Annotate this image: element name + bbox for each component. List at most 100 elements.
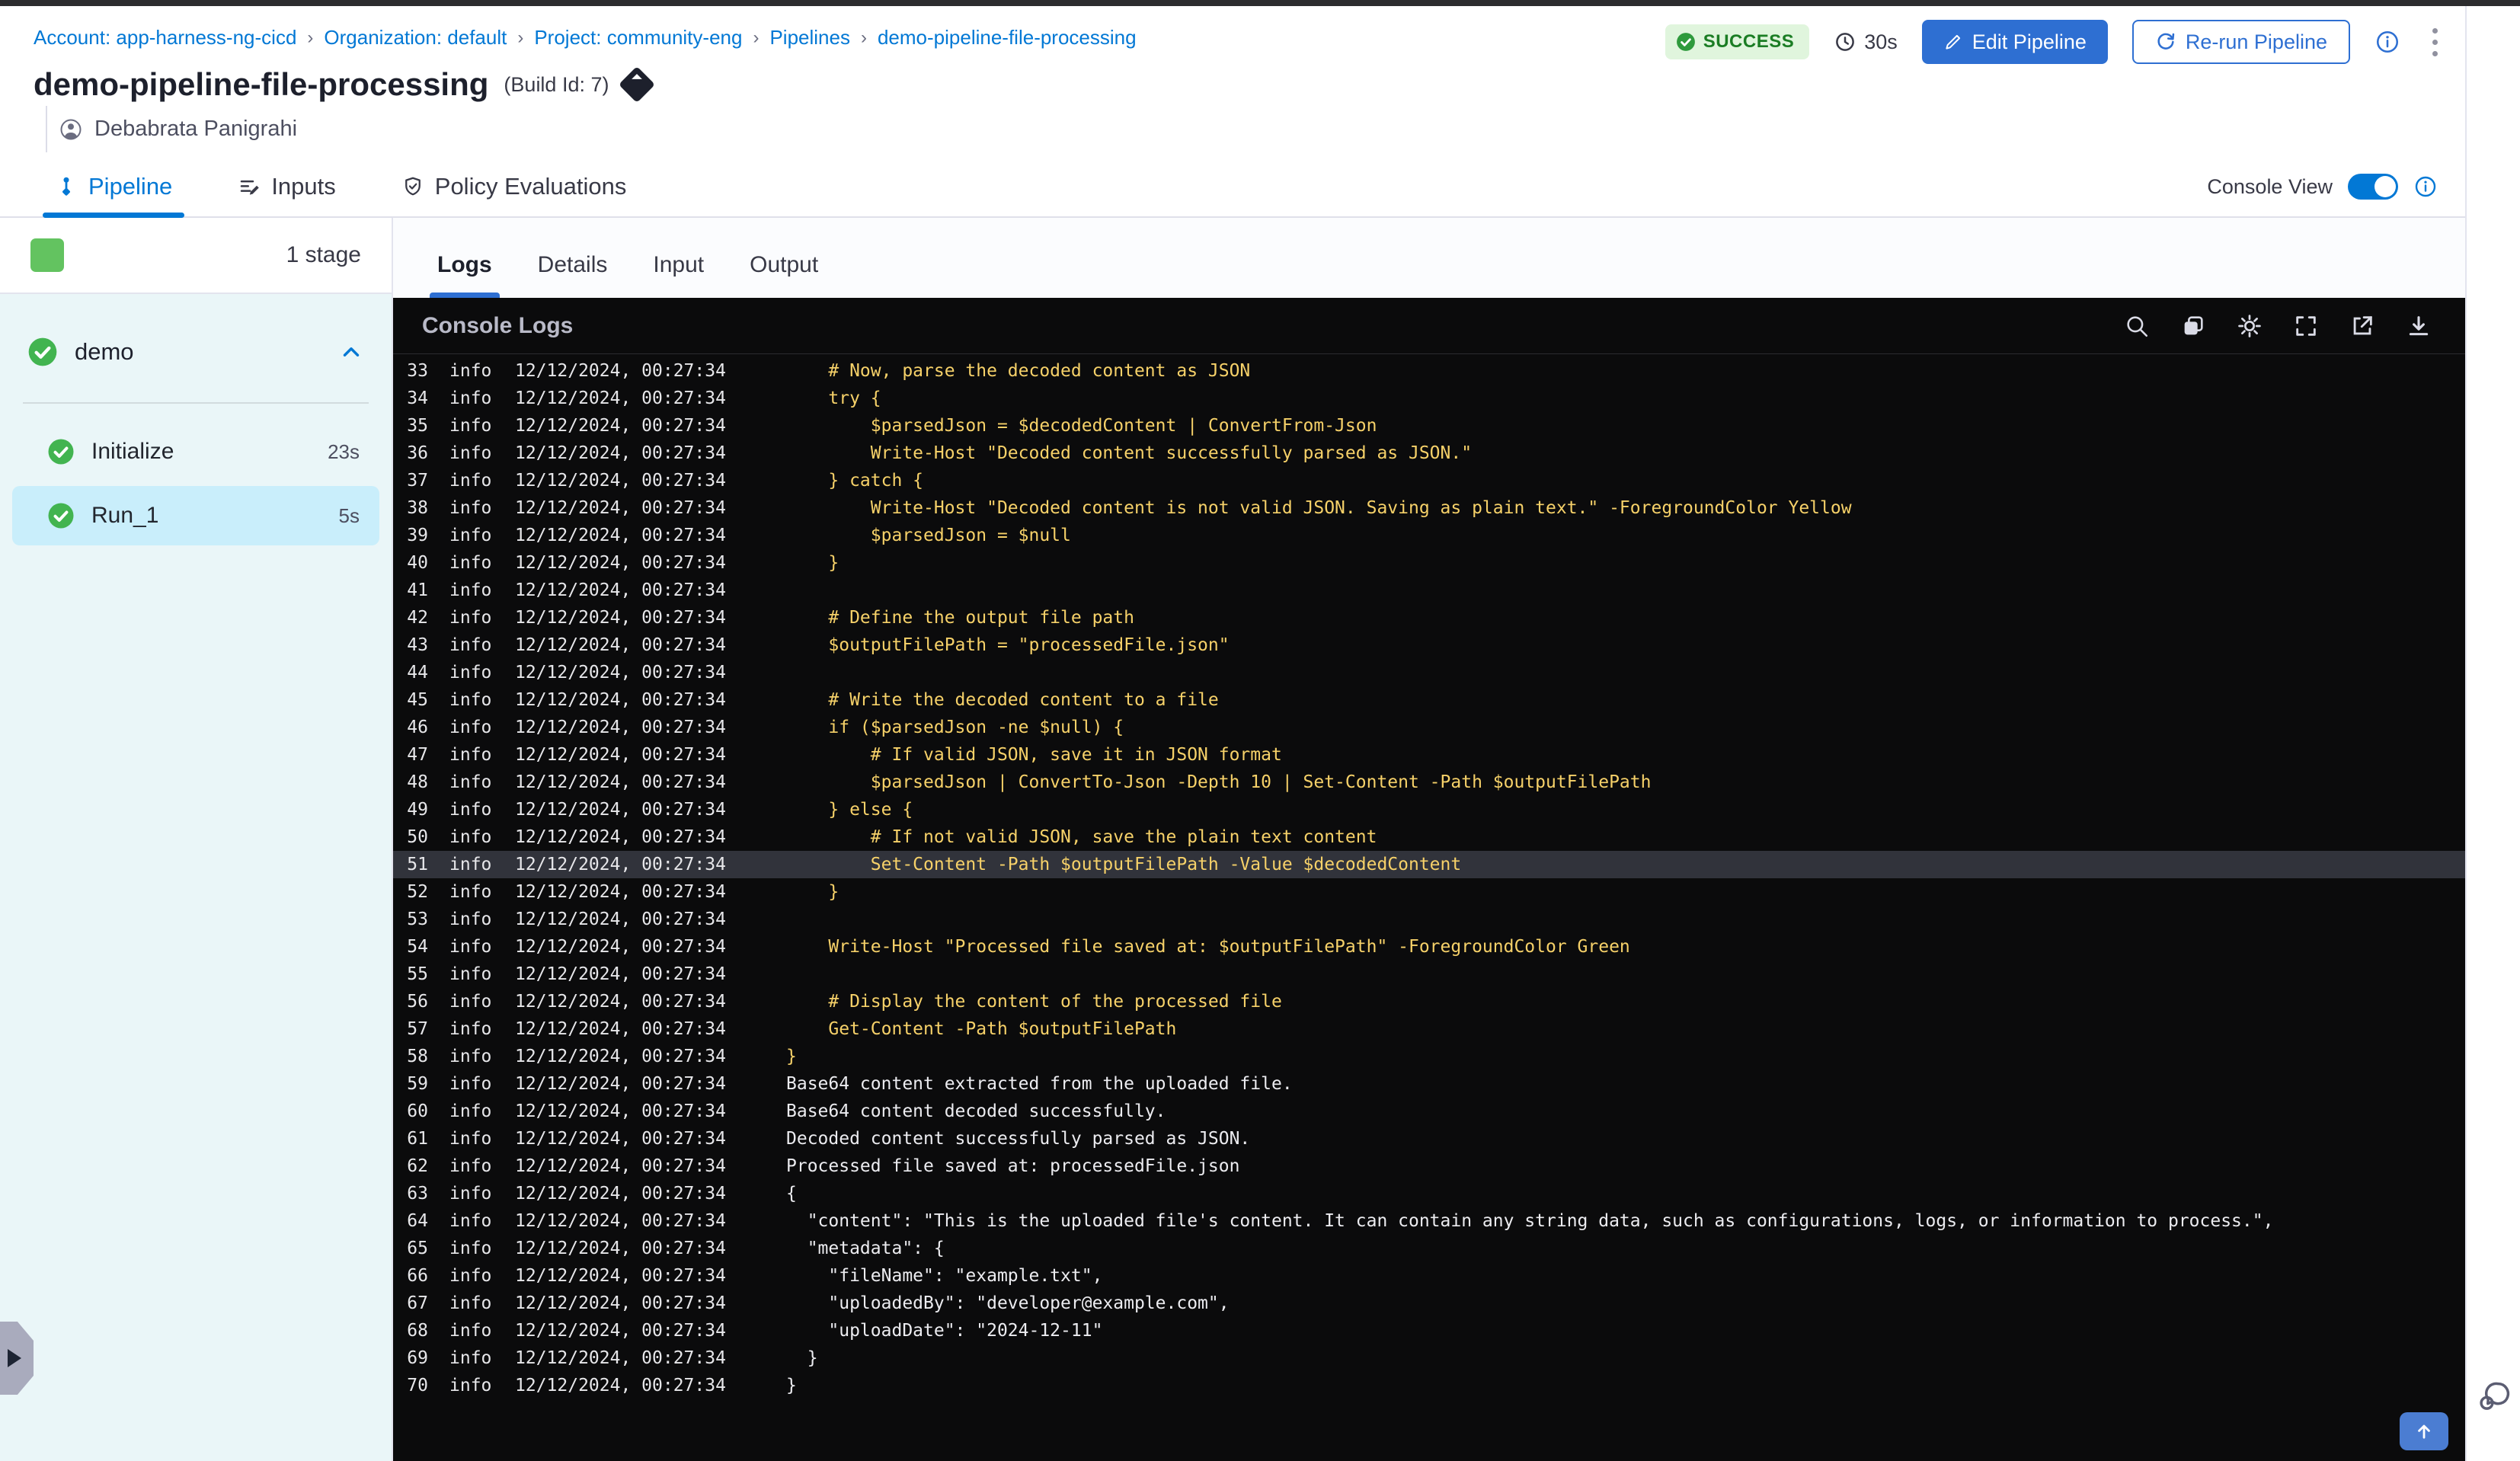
log-timestamp: 12/12/2024, 00:27:34	[515, 1239, 726, 1258]
log-line-number: 52	[407, 882, 428, 902]
log-line: 67 info 12/12/2024, 00:27:34 "uploadedBy":…	[393, 1290, 2465, 1317]
breadcrumb-item[interactable]: demo-pipeline-file-processing	[878, 26, 1137, 50]
log-level: info	[449, 1184, 492, 1204]
log-tab-input[interactable]: Input	[648, 252, 708, 298]
stage-row-demo[interactable]: demo	[0, 324, 392, 379]
log-level: info	[449, 800, 492, 820]
log-line: 60 info 12/12/2024, 00:27:34 Base64 content…	[393, 1098, 2465, 1125]
log-level: info	[449, 1376, 492, 1395]
edit-pipeline-button[interactable]: Edit Pipeline	[1921, 20, 2108, 64]
log-level: info	[449, 964, 492, 984]
page-title: demo-pipeline-file-processing	[34, 66, 489, 102]
log-message: Write-Host "Decoded content successfully…	[786, 443, 1473, 463]
status-badge: SUCCESS	[1665, 24, 1810, 59]
log-message: }	[786, 1376, 797, 1395]
settings-icon[interactable]	[2237, 313, 2263, 339]
log-lines: 33 info 12/12/2024, 00:27:34 # Now, parse …	[393, 354, 2465, 1461]
log-level: info	[449, 772, 492, 792]
connector-line	[46, 106, 47, 152]
breadcrumb-item[interactable]: Account: app-harness-ng-cicd	[34, 26, 296, 50]
log-timestamp: 12/12/2024, 00:27:34	[515, 1129, 726, 1149]
console-view-toggle[interactable]	[2348, 174, 2398, 200]
tab-pipeline[interactable]: Pipeline	[42, 157, 185, 218]
log-message: # If not valid JSON, save the plain text…	[786, 827, 1377, 847]
log-timestamp: 12/12/2024, 00:27:34	[515, 553, 726, 573]
log-tab-logs[interactable]: Logs	[430, 252, 500, 298]
title-row: demo-pipeline-file-processing (Build Id:…	[34, 66, 2432, 104]
log-line-number: 48	[407, 772, 428, 792]
copy-icon[interactable]	[2180, 313, 2206, 339]
log-timestamp: 12/12/2024, 00:27:34	[515, 882, 726, 902]
log-line: 34 info 12/12/2024, 00:27:34 try {	[393, 385, 2465, 412]
log-message: } else {	[786, 800, 913, 820]
log-line: 33 info 12/12/2024, 00:27:34 # Now, parse …	[393, 357, 2465, 385]
info-icon[interactable]	[2374, 29, 2400, 55]
step-duration: 23s	[328, 440, 360, 463]
log-message: }	[786, 882, 839, 902]
log-level: info	[449, 526, 492, 545]
duration: 30s	[1834, 30, 1898, 54]
log-timestamp: 12/12/2024, 00:27:34	[515, 964, 726, 984]
log-timestamp: 12/12/2024, 00:27:34	[515, 1074, 726, 1094]
log-timestamp: 12/12/2024, 00:27:34	[515, 718, 726, 737]
log-line-number: 33	[407, 361, 428, 381]
log-line-number: 51	[407, 855, 428, 874]
open-in-new-icon[interactable]	[2349, 313, 2375, 339]
support-chat-icon[interactable]	[2474, 1377, 2514, 1417]
log-message: Base64 content extracted from the upload…	[786, 1074, 1293, 1094]
page-header: Account: app-harness-ng-cicd › Organizatio…	[0, 6, 2465, 152]
tab-inputs-label: Inputs	[271, 173, 336, 200]
chevron-up-icon[interactable]	[338, 339, 364, 365]
breadcrumb-item[interactable]: Organization: default	[324, 26, 507, 50]
log-line: 70 info 12/12/2024, 00:27:34}	[393, 1372, 2465, 1399]
search-icon[interactable]	[2124, 313, 2150, 339]
log-message: $outputFilePath = "processedFile.json"	[786, 635, 1230, 655]
log-tabs: Logs Details Input Output	[393, 218, 2465, 298]
log-message: try {	[786, 388, 881, 408]
console-view-info-icon[interactable]	[2413, 174, 2438, 199]
log-message: Get-Content -Path $outputFilePath	[786, 1019, 1177, 1039]
rerun-pipeline-button[interactable]: Re-run Pipeline	[2131, 20, 2350, 64]
log-line: 41 info 12/12/2024, 00:27:34	[393, 577, 2465, 604]
log-tab-output[interactable]: Output	[745, 252, 823, 298]
fullscreen-icon[interactable]	[2293, 313, 2319, 339]
log-level: info	[449, 1239, 492, 1258]
breadcrumb-item[interactable]: Pipelines	[769, 26, 850, 50]
pipeline-icon	[55, 175, 78, 198]
log-level: info	[449, 718, 492, 737]
tab-policy-evaluations[interactable]: Policy Evaluations	[401, 157, 626, 216]
scroll-to-top-button[interactable]	[2400, 1412, 2448, 1450]
log-timestamp: 12/12/2024, 00:27:34	[515, 772, 726, 792]
log-timestamp: 12/12/2024, 00:27:34	[515, 855, 726, 874]
log-line-number: 50	[407, 827, 428, 847]
log-line: 53 info 12/12/2024, 00:27:34	[393, 906, 2465, 933]
console: Console Logs 33 info 12/12/2024, 00:27:34 …	[393, 298, 2465, 1461]
log-level: info	[449, 1266, 492, 1286]
author-row: Debabrata Panigrahi	[34, 106, 2432, 152]
tab-inputs[interactable]: Inputs	[238, 157, 336, 216]
log-level: info	[449, 855, 492, 874]
log-level: info	[449, 1321, 492, 1341]
tab-pipeline-label: Pipeline	[88, 173, 173, 200]
breadcrumb-item[interactable]: Project: community-eng	[534, 26, 742, 50]
log-line: 59 info 12/12/2024, 00:27:34 Base64 content…	[393, 1070, 2465, 1098]
log-line-number: 34	[407, 388, 428, 408]
log-timestamp: 12/12/2024, 00:27:34	[515, 1348, 726, 1368]
log-line: 37 info 12/12/2024, 00:27:34 } catch {	[393, 467, 2465, 494]
log-level: info	[449, 663, 492, 683]
stage-sidebar: 1 stage demo Initialize 23s Run_1 5s	[0, 218, 393, 1461]
download-icon[interactable]	[2406, 313, 2432, 339]
log-line: 35 info 12/12/2024, 00:27:34 $parsedJson =…	[393, 412, 2465, 440]
log-timestamp: 12/12/2024, 00:27:34	[515, 1321, 726, 1341]
log-line: 49 info 12/12/2024, 00:27:34 } else {	[393, 796, 2465, 823]
step-row-initialize[interactable]: Initialize 23s	[12, 422, 379, 481]
log-tab-details[interactable]: Details	[533, 252, 612, 298]
console-view-control: Console View	[2207, 174, 2438, 200]
log-line-number: 62	[407, 1156, 428, 1176]
console-view-label: Console View	[2207, 174, 2333, 198]
step-row-run_1[interactable]: Run_1 5s	[12, 486, 379, 545]
more-options-menu[interactable]	[2425, 24, 2445, 61]
header-actions: SUCCESS 30s Edit Pipeline Re-run Pipelin…	[1665, 20, 2445, 64]
log-line-number: 64	[407, 1211, 428, 1231]
log-line: 64 info 12/12/2024, 00:27:34 "content": "T…	[393, 1207, 2465, 1235]
